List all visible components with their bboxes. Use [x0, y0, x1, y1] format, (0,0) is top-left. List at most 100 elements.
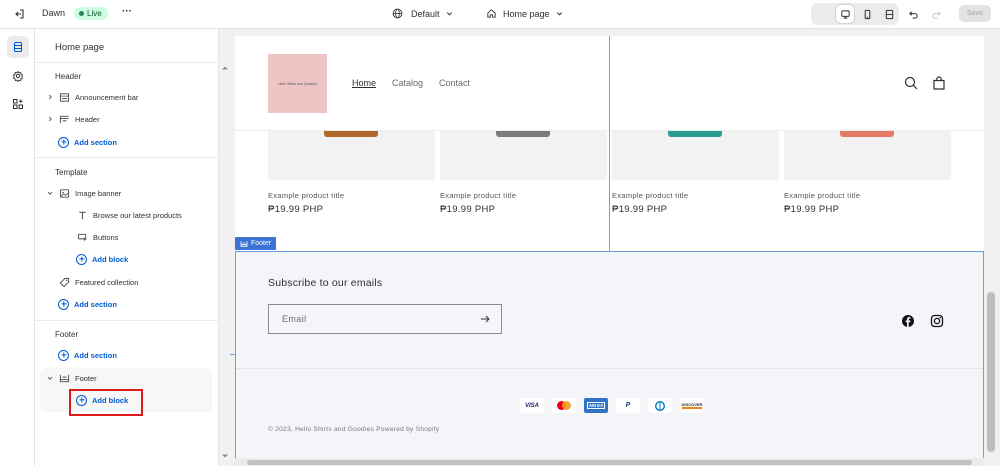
globe-icon: [392, 8, 403, 19]
text-icon: [76, 209, 88, 221]
product-placeholder: [840, 131, 894, 137]
product-placeholder: [668, 131, 722, 137]
cart-icon[interactable]: [932, 76, 946, 91]
product-title[interactable]: Example product title: [784, 191, 860, 200]
product-title[interactable]: Example product title: [268, 191, 344, 200]
sidebar-scrollbar[interactable]: [219, 29, 231, 466]
visa-icon: VISA: [520, 398, 544, 413]
discover-logo: DISCOVER: [681, 402, 703, 409]
preview-horizontal-scrollbar[interactable]: [235, 458, 984, 466]
scroll-down-icon[interactable]: [219, 451, 231, 461]
desktop-icon[interactable]: [836, 5, 854, 23]
guide-line: [609, 36, 610, 251]
sidebar-item-featured-collection[interactable]: Featured collection: [35, 273, 215, 291]
image-icon: [58, 187, 70, 199]
save-button[interactable]: Save: [959, 5, 991, 22]
highlight-annotation-box: [69, 389, 143, 416]
mobile-icon[interactable]: [858, 5, 876, 23]
product-placeholder: [496, 131, 550, 137]
exit-icon[interactable]: [10, 5, 28, 23]
sections-icon[interactable]: [7, 36, 29, 58]
theme-settings-icon[interactable]: [7, 65, 29, 87]
group-footer-label: Footer: [55, 330, 79, 339]
email-input[interactable]: Email: [268, 304, 502, 334]
scroll-up-icon[interactable]: [219, 63, 231, 73]
undo-icon[interactable]: [904, 5, 922, 23]
button-cursor-icon: [76, 231, 88, 243]
chevron-down-icon[interactable]: [45, 189, 55, 197]
payment-icons: VISA AM EX P DISCOVER: [520, 398, 704, 413]
product-price: ₱19.99 PHP: [268, 204, 324, 215]
add-block-button[interactable]: Add block: [35, 250, 215, 268]
diners-icon: [648, 398, 672, 413]
product-image[interactable]: [268, 131, 435, 180]
product-price: ₱19.99 PHP: [784, 204, 840, 215]
store-footer[interactable]: Subscribe to our emails Email VISA AM EX…: [235, 251, 984, 466]
product-title[interactable]: Example product title: [612, 191, 688, 200]
scroll-thumb[interactable]: [247, 460, 972, 465]
group-header-label: Header: [55, 72, 82, 81]
fullscreen-icon[interactable]: [880, 5, 898, 23]
arrow-right-icon[interactable]: [479, 313, 491, 325]
search-icon[interactable]: [904, 76, 918, 90]
product-image[interactable]: [784, 131, 951, 180]
amex-logo: AM EX: [586, 402, 606, 409]
live-status-badge: Live: [74, 7, 108, 20]
template-label: Default: [411, 8, 440, 19]
sidebar-item-label: Announcement bar: [75, 92, 139, 102]
editor-rail: [0, 29, 35, 466]
sidebar-item-announcement-bar[interactable]: Announcement bar: [35, 88, 215, 106]
add-section-button[interactable]: Add section: [35, 295, 215, 313]
selected-section-tag[interactable]: Footer: [235, 237, 277, 250]
page-selector[interactable]: Home page: [486, 8, 564, 19]
amex-icon: AM EX: [584, 398, 608, 413]
discover-icon: DISCOVER: [680, 398, 704, 413]
nav-link-contact[interactable]: Contact: [439, 78, 470, 88]
preview-scrollbar[interactable]: [984, 36, 998, 466]
group-template-label: Template: [55, 168, 88, 177]
add-circle-icon: [58, 136, 69, 148]
logo-text: Hello Shirts and Goodies: [278, 81, 317, 86]
chevron-down-icon[interactable]: [45, 374, 55, 382]
store-preview-canvas[interactable]: Hello Shirts and Goodies Home Catalog Co…: [235, 36, 984, 466]
add-section-button[interactable]: Add section: [35, 346, 215, 364]
nav-link-home[interactable]: Home: [352, 78, 376, 88]
store-logo[interactable]: Hello Shirts and Goodies: [268, 54, 327, 113]
sidebar-item-header[interactable]: Header: [35, 110, 215, 128]
chevron-right-icon[interactable]: [45, 93, 55, 101]
mastercard-icon: [552, 398, 576, 413]
product-title[interactable]: Example product title: [440, 191, 516, 200]
instagram-icon[interactable]: [930, 314, 944, 328]
add-circle-icon: [58, 298, 69, 310]
payment-label: VISA: [524, 402, 539, 409]
product-image[interactable]: [612, 131, 779, 180]
add-section-button[interactable]: Add section: [35, 133, 215, 151]
product-price: ₱19.99 PHP: [612, 204, 668, 215]
paypal-logo: P: [625, 402, 631, 409]
sidebar-item-image-banner[interactable]: Image banner: [35, 184, 215, 202]
add-circle-icon: [58, 349, 69, 361]
product-placeholder: [324, 131, 378, 137]
home-icon: [487, 9, 496, 18]
facebook-icon[interactable]: [901, 314, 915, 328]
product-image[interactable]: [440, 131, 607, 180]
status-dot-icon: [79, 11, 84, 16]
guide-line: [230, 354, 235, 355]
copyright-text: © 2023, Hello Shirts and Goodies Powered…: [268, 426, 440, 433]
block-item-heading[interactable]: Browse our latest products: [35, 206, 215, 224]
block-item-label: Buttons: [93, 232, 119, 242]
sidebar-item-footer[interactable]: Footer: [35, 369, 215, 387]
sidebar-item-label: Image banner: [75, 188, 122, 198]
redo-icon[interactable]: [927, 5, 945, 23]
apps-icon[interactable]: [7, 93, 29, 115]
scroll-thumb[interactable]: [987, 292, 995, 452]
sidebar-item-label: Featured collection: [75, 277, 139, 287]
chevron-right-icon[interactable]: [45, 115, 55, 123]
template-selector[interactable]: Default: [392, 8, 454, 19]
theme-name: Dawn: [42, 8, 66, 18]
nav-link-catalog[interactable]: Catalog: [392, 78, 423, 88]
chevron-down-icon: [556, 12, 562, 16]
more-actions-button[interactable]: ···: [122, 6, 132, 17]
add-block-label: Add block: [92, 254, 129, 264]
block-item-buttons[interactable]: Buttons: [35, 228, 215, 246]
